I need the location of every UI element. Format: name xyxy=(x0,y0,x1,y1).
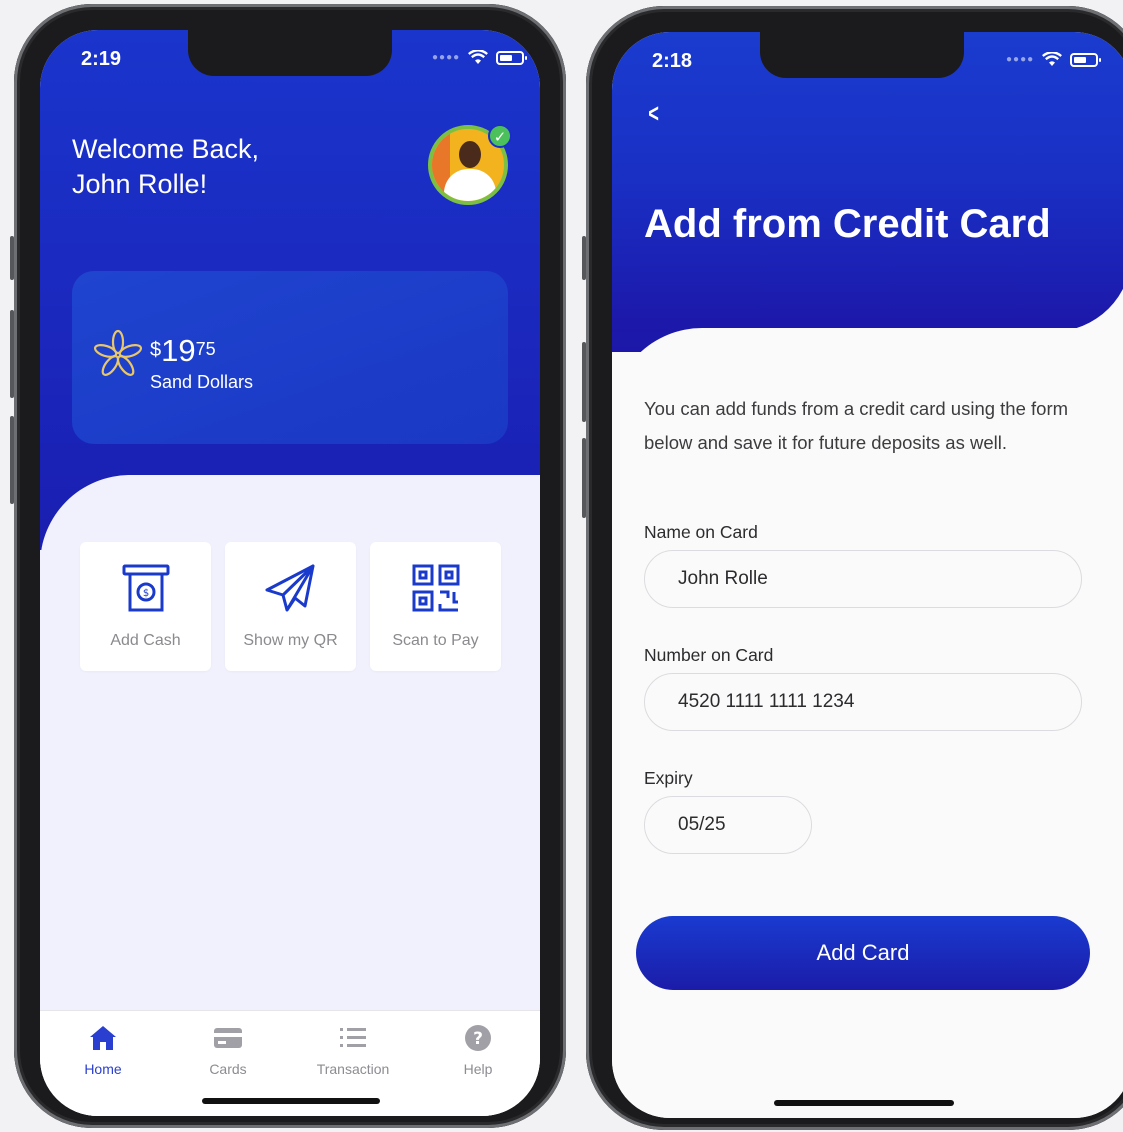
quick-actions: $ Add Cash Show my QR Scan to Pay xyxy=(80,542,501,671)
balance-currency-name: Sand Dollars xyxy=(150,372,254,392)
avatar-body xyxy=(444,169,496,201)
signal-dots-icon: ●●●● xyxy=(1006,54,1035,65)
scan-to-pay-label: Scan to Pay xyxy=(392,632,479,649)
status-time: 2:18 xyxy=(652,50,693,72)
number-on-card-label: Number on Card xyxy=(644,645,774,665)
intro-text: You can add funds from a credit card usi… xyxy=(644,398,1069,453)
volume-down-button xyxy=(582,438,586,518)
sand-dollar-flower-icon xyxy=(94,329,142,376)
tab-help-label: Help xyxy=(463,1061,493,1077)
card-icon xyxy=(214,1028,242,1048)
number-on-card-field[interactable]: 4520 1111 1111 1234 xyxy=(644,673,1082,731)
tab-cards-label: Cards xyxy=(209,1061,247,1077)
page-title: Add from Credit Card xyxy=(644,202,1051,246)
atm-cash-icon: $ xyxy=(122,564,170,612)
home-indicator xyxy=(202,1098,380,1104)
tab-transaction-label: Transaction xyxy=(316,1061,390,1077)
show-my-qr-label: Show my QR xyxy=(243,632,338,649)
qr-scan-icon xyxy=(412,564,460,612)
balance-currency-symbol: $ xyxy=(150,339,162,361)
phone-add-card: 2:18 ●●●● < Add from Credit Card You can… xyxy=(582,6,1123,1130)
volume-up-button xyxy=(10,310,14,398)
status-icons: ●●●● xyxy=(432,50,528,65)
name-on-card-field[interactable]: John Rolle xyxy=(644,550,1082,608)
avatar-head xyxy=(459,141,481,168)
add-cash-label: Add Cash xyxy=(110,632,181,649)
balance-whole: 19 xyxy=(161,333,196,368)
volume-down-button xyxy=(10,416,14,504)
add-card-screen: 2:18 ●●●● < Add from Credit Card You can… xyxy=(612,32,1123,1118)
expiry-label: Expiry xyxy=(644,768,693,788)
phone-home: 2:19 ●●●● Welcome Back, John Rolle! ✓ $ … xyxy=(10,4,566,1128)
status-time: 2:19 xyxy=(81,48,122,70)
balance-card[interactable]: $ 19 75 Sand Dollars xyxy=(72,271,508,444)
welcome-line-1: Welcome Back, xyxy=(72,134,260,164)
add-cash-button[interactable]: $ Add Cash xyxy=(80,542,211,671)
welcome-greeting: Welcome Back, John Rolle! xyxy=(72,132,259,202)
chevron-left-icon[interactable]: < xyxy=(648,98,659,129)
help-icon: ? xyxy=(465,1025,491,1051)
notch xyxy=(188,30,392,76)
wifi-icon xyxy=(1042,52,1063,66)
home-indicator xyxy=(774,1100,954,1106)
battery-icon xyxy=(1070,52,1102,67)
paper-plane-icon xyxy=(265,564,315,612)
add-card-button[interactable]: Add Card xyxy=(636,916,1090,990)
verified-check-icon: ✓ xyxy=(488,124,512,148)
home-screen: 2:19 ●●●● Welcome Back, John Rolle! ✓ $ … xyxy=(40,30,540,1116)
status-icons: ●●●● xyxy=(1006,52,1102,67)
volume-up-button xyxy=(582,342,586,422)
balance-cents: 75 xyxy=(195,339,216,359)
welcome-line-2: John Rolle! xyxy=(72,169,208,199)
show-my-qr-button[interactable]: Show my QR xyxy=(225,542,356,671)
battery-icon xyxy=(496,50,528,65)
scan-to-pay-button[interactable]: Scan to Pay xyxy=(370,542,501,671)
mute-switch xyxy=(10,236,14,280)
svg-text:$: $ xyxy=(143,588,149,599)
signal-dots-icon: ●●●● xyxy=(432,52,461,63)
notch xyxy=(760,32,964,78)
expiry-field[interactable]: 05/25 xyxy=(644,796,812,854)
svg-text:?: ? xyxy=(473,1029,483,1049)
wifi-icon xyxy=(468,50,489,64)
name-on-card-label: Name on Card xyxy=(644,522,758,542)
mute-switch xyxy=(582,236,586,280)
tab-home-label: Home xyxy=(84,1061,122,1077)
balance-amount: $ 19 75 xyxy=(150,333,216,369)
home-icon xyxy=(90,1026,116,1050)
list-icon xyxy=(340,1028,366,1047)
